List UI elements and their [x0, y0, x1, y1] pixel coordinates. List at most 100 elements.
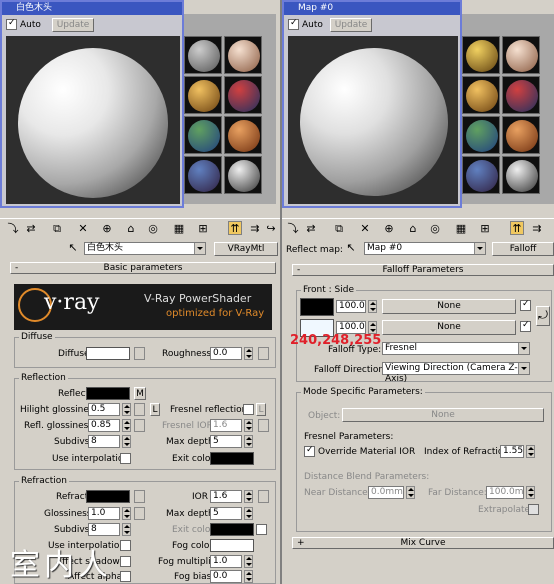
chevron-down-icon[interactable] [194, 243, 205, 254]
unique-icon[interactable]: ⌂ [124, 222, 138, 236]
chevron-down-icon[interactable] [518, 363, 529, 374]
index-of-refraction-field[interactable]: 1.55 [500, 445, 524, 458]
left-window-title[interactable]: 白色木头 [2, 2, 182, 15]
slot[interactable] [502, 76, 540, 114]
fresnel-lock-button[interactable]: L [256, 403, 266, 416]
slot[interactable] [502, 116, 540, 154]
chevron-down-icon[interactable] [518, 343, 529, 354]
show-end-icon[interactable]: ⊞ [196, 222, 210, 236]
slot[interactable] [462, 116, 500, 154]
right-window-title[interactable]: Map #0 [284, 2, 460, 15]
pick-material-icon[interactable]: ↖ [66, 241, 80, 255]
map-name-field[interactable]: Map #0 [364, 242, 486, 255]
slot[interactable] [224, 156, 262, 194]
refr-subdivs-spinner[interactable] [122, 523, 131, 536]
assign-material-icon[interactable]: ⧉ [50, 222, 64, 236]
fresnel-ior-spinner[interactable] [244, 419, 253, 432]
slot[interactable] [224, 36, 262, 74]
go-sibling-icon[interactable]: ⇉ [248, 222, 262, 236]
falloff-type-select[interactable]: Fresnel [382, 342, 530, 355]
mix-curve-rollout[interactable]: + Mix Curve [292, 537, 554, 549]
max-depth-spinner[interactable] [244, 435, 253, 448]
falloff-direction-select[interactable]: Viewing Direction (Camera Z-Axis) [382, 362, 530, 384]
subdivs-spinner[interactable] [122, 435, 131, 448]
fog-bias-spinner[interactable] [244, 570, 253, 583]
copy-icon[interactable]: ⊕ [382, 222, 396, 236]
effects-channel-icon[interactable]: ◎ [146, 222, 160, 236]
show-map-icon[interactable]: ▦ [454, 222, 468, 236]
refr-exit-color-swatch[interactable] [210, 523, 254, 536]
falloff-parameters-rollout[interactable]: - Falloff Parameters [292, 264, 554, 276]
front-map-checkbox[interactable] [520, 299, 531, 311]
reflect-map-button[interactable]: M [134, 387, 146, 400]
refr-subdivs-field[interactable]: 8 [88, 523, 120, 536]
affect-alpha-checkbox[interactable] [120, 571, 131, 582]
basic-parameters-rollout[interactable]: - Basic parameters [10, 262, 276, 274]
assign-material-icon[interactable]: ⧉ [332, 222, 346, 236]
refl-glossiness-spinner[interactable] [122, 419, 131, 432]
fresnel-ior-field[interactable]: 1.6 [210, 419, 242, 432]
far-distance-field[interactable]: 100.0mm [486, 486, 524, 499]
go-forward-icon[interactable]: ↪ [264, 222, 278, 236]
slot[interactable] [224, 76, 262, 114]
show-map-icon[interactable]: ▦ [172, 222, 186, 236]
refl-gloss-map-button[interactable] [134, 419, 145, 432]
front-amount-field[interactable]: 100.0 [336, 300, 366, 313]
put-material-icon[interactable]: ⇄ [304, 222, 318, 236]
near-distance-field[interactable]: 0.0mm [368, 486, 404, 499]
delete-icon[interactable]: ✕ [358, 222, 372, 236]
slot[interactable] [224, 116, 262, 154]
fog-multiplier-spinner[interactable] [244, 555, 253, 568]
material-name-field[interactable]: 白色木头 [84, 242, 206, 255]
far-distance-spinner[interactable] [526, 486, 535, 499]
side-map-checkbox[interactable] [520, 320, 531, 332]
refr-use-interpolation-checkbox[interactable] [120, 540, 131, 551]
roughness-spinner[interactable] [244, 347, 253, 360]
map-type-button[interactable]: Falloff [492, 242, 554, 256]
swap-colors-button[interactable]: ⤾ [536, 306, 550, 326]
object-pick-button[interactable]: None [342, 408, 544, 422]
refr-max-depth-spinner[interactable] [244, 507, 253, 520]
use-interpolation-checkbox[interactable] [120, 453, 131, 464]
exit-color-swatch[interactable] [210, 452, 254, 465]
auto-checkbox[interactable] [6, 18, 17, 30]
slot[interactable] [502, 156, 540, 194]
glossiness-field[interactable]: 1.0 [88, 507, 120, 520]
get-material-icon[interactable]: ⤵ [286, 222, 300, 236]
hilight-glossiness-spinner[interactable] [122, 403, 131, 416]
refl-glossiness-field[interactable]: 0.85 [88, 419, 120, 432]
index-of-refraction-spinner[interactable] [526, 445, 535, 458]
ior-map-button[interactable] [258, 490, 269, 503]
front-amount-spinner[interactable] [368, 300, 377, 313]
fog-color-swatch[interactable] [210, 539, 254, 552]
slot[interactable] [462, 76, 500, 114]
near-distance-spinner[interactable] [406, 486, 415, 499]
delete-icon[interactable]: ✕ [76, 222, 90, 236]
effects-channel-icon[interactable]: ◎ [428, 222, 442, 236]
refr-exit-color-checkbox[interactable] [256, 524, 267, 535]
diffuse-map-button[interactable] [134, 347, 145, 360]
diffuse-color-swatch[interactable] [86, 347, 130, 360]
slot[interactable] [462, 36, 500, 74]
copy-icon[interactable]: ⊕ [100, 222, 114, 236]
slot[interactable] [502, 36, 540, 74]
put-material-icon[interactable]: ⇄ [24, 222, 38, 236]
hilight-map-button[interactable] [134, 403, 145, 416]
slot[interactable] [184, 116, 222, 154]
extrapolate-checkbox[interactable] [528, 504, 539, 515]
front-map-button[interactable]: None [382, 299, 516, 314]
pick-map-icon[interactable]: ↖ [344, 241, 358, 255]
go-parent-icon[interactable]: ⇈ [228, 221, 242, 235]
refract-map-button[interactable] [134, 490, 145, 503]
get-material-icon[interactable]: ⤵ [6, 222, 20, 236]
affect-shadows-checkbox[interactable] [120, 556, 131, 567]
fresnel-ior-map-button[interactable] [258, 419, 269, 432]
update-button[interactable]: Update [52, 18, 94, 32]
ior-spinner[interactable] [244, 490, 253, 503]
slot[interactable] [184, 76, 222, 114]
material-type-button[interactable]: VRayMtl [214, 242, 278, 256]
right-auto-checkbox[interactable] [288, 18, 299, 30]
roughness-map-button[interactable] [258, 347, 269, 360]
glossiness-spinner[interactable] [122, 507, 131, 520]
slot[interactable] [184, 36, 222, 74]
